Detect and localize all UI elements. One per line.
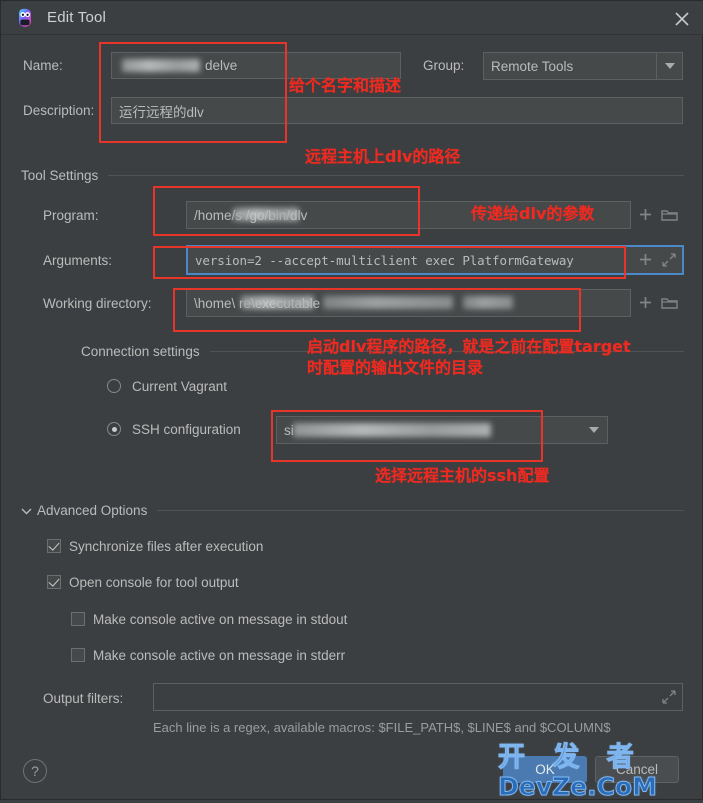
group-select-value: Remote Tools (491, 58, 574, 74)
section-divider (108, 175, 684, 176)
checkbox-console-active-stderr[interactable] (71, 648, 85, 662)
chevron-down-icon-advanced[interactable] (21, 503, 37, 518)
arguments-input[interactable]: version=2 --accept-multiclient exec Plat… (186, 245, 684, 275)
description-label: Description: (23, 103, 95, 118)
tool-settings-title: Tool Settings (21, 168, 99, 183)
program-input-value: /home/s /go/bin/dlv (194, 207, 308, 223)
group-label: Group: (423, 58, 465, 73)
radio-current-vagrant[interactable] (107, 379, 121, 393)
checkbox-console-active-stdout-label: Make console active on message in stdout (93, 612, 348, 627)
arguments-input-value: version=2 --accept-multiclient exec Plat… (195, 252, 574, 268)
page-title: Edit Tool (47, 9, 107, 26)
expand-icon-arguments[interactable] (662, 253, 676, 270)
title-bar: Edit Tool (1, 1, 703, 35)
working-directory-label: Working directory: (43, 296, 152, 311)
checkbox-synchronize-files[interactable] (47, 539, 61, 553)
annotation-text-ssh: 选择远程主机的ssh配置 (375, 466, 550, 485)
chevron-down-icon-ssh[interactable] (581, 417, 607, 443)
radio-ssh-configuration[interactable] (107, 422, 121, 436)
output-filters-input[interactable] (153, 683, 683, 711)
checkbox-synchronize-files-label: Synchronize files after execution (69, 539, 264, 554)
program-label: Program: (43, 208, 99, 223)
annotation-text-program: 远程主机上dlv的路径 (305, 147, 461, 166)
name-input[interactable]: delve (111, 52, 401, 79)
edit-tool-dialog: Edit Tool Name: delve Group: Remote Tool… (0, 0, 703, 801)
connection-settings-title: Connection settings (81, 344, 200, 359)
chevron-down-icon[interactable] (656, 53, 682, 79)
help-button[interactable]: ? (23, 759, 47, 783)
group-select[interactable]: Remote Tools (483, 52, 683, 80)
arguments-label: Arguments: (43, 253, 113, 268)
checkbox-console-active-stdout[interactable] (71, 612, 85, 626)
connection-settings-section: Connection settings (81, 344, 684, 359)
folder-icon[interactable] (661, 208, 678, 225)
radio-current-vagrant-label: Current Vagrant (132, 379, 228, 394)
description-input-value: 运行远程的dlv (119, 104, 204, 120)
checkbox-open-console[interactable] (47, 575, 61, 589)
section-divider-advanced (157, 510, 684, 511)
program-input[interactable]: /home/s /go/bin/dlv (186, 201, 631, 229)
checkbox-open-console-label: Open console for tool output (69, 575, 239, 590)
annotation-text-name-description: 给个名字和描述 (289, 76, 402, 95)
ssh-configuration-select[interactable]: si (276, 416, 608, 444)
description-input[interactable]: 运行远程的dlv (111, 97, 683, 124)
name-label: Name: (23, 58, 63, 73)
annotation-text-workdir-line2: 时配置的输出文件的目录 (307, 358, 484, 377)
plus-icon[interactable] (638, 207, 653, 225)
folder-icon-workdir[interactable] (661, 296, 678, 313)
advanced-options-section[interactable]: Advanced Options (21, 503, 684, 518)
advanced-options-title: Advanced Options (37, 503, 148, 518)
output-filters-label: Output filters: (43, 691, 124, 706)
working-directory-input[interactable]: \home\ re\executable (186, 289, 631, 317)
cancel-button[interactable]: Cancel (595, 756, 679, 783)
output-filters-hint: Each line is a regex, available macros: … (153, 720, 611, 735)
tool-settings-section: Tool Settings (21, 168, 684, 183)
close-icon[interactable] (668, 5, 696, 31)
checkbox-console-active-stderr-label: Make console active on message in stderr (93, 648, 346, 663)
goland-logo-icon (15, 8, 35, 28)
plus-icon-arguments[interactable] (638, 252, 653, 270)
name-input-value: delve (205, 58, 238, 73)
ok-button[interactable]: OK (503, 756, 587, 783)
expand-icon-output-filters[interactable] (662, 690, 676, 707)
working-directory-input-value: \home\ re\executable (194, 295, 321, 311)
ssh-configuration-value: si (284, 422, 294, 438)
radio-ssh-configuration-label: SSH configuration (132, 422, 241, 437)
plus-icon-workdir[interactable] (638, 295, 653, 313)
section-divider-connection (209, 351, 684, 352)
